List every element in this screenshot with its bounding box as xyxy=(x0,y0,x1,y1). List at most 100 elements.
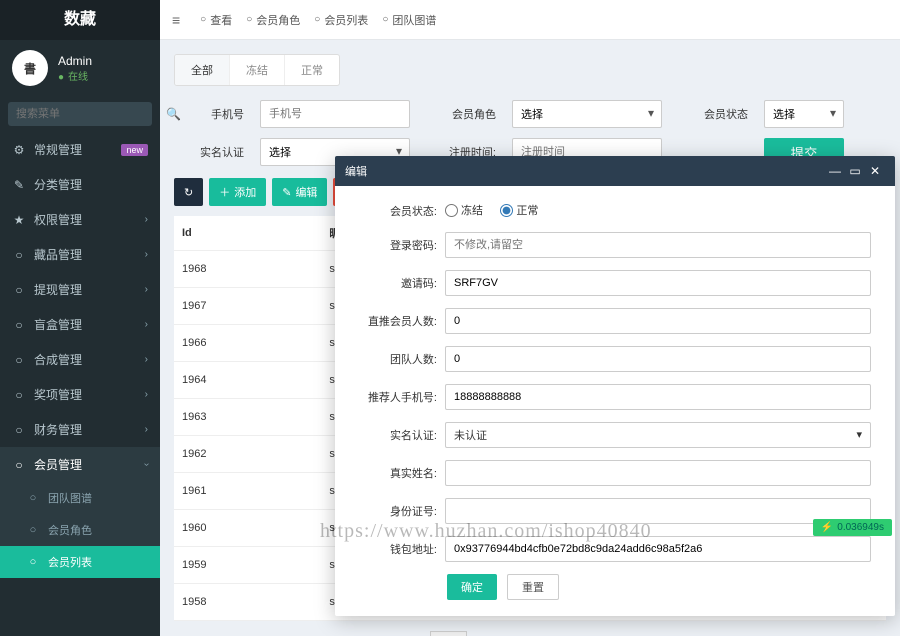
maximize-icon[interactable]: ▭ xyxy=(845,164,865,178)
top-tabs: ≡ 查看会员角色会员列表团队图谱 xyxy=(160,0,900,40)
radio-normal[interactable]: 正常 xyxy=(500,202,538,218)
sidebar-subitem[interactable]: ○ 会员角色 xyxy=(0,514,160,546)
wallet-input[interactable] xyxy=(445,536,871,562)
status-tabs: 全部冻结正常 xyxy=(174,54,340,86)
direct-input[interactable] xyxy=(445,308,871,334)
sidebar-item[interactable]: ○ 奖项管理 › xyxy=(0,377,160,412)
badge-new: new xyxy=(121,144,148,156)
pager: 显示第 1 到第 10 条记录，总共 33 条记录 每页显示 10 条记录 xyxy=(174,631,886,636)
cert-label: 实名认证: xyxy=(359,427,445,443)
menu-label: 合成管理 xyxy=(34,351,82,368)
realname-label: 真实姓名: xyxy=(359,465,445,481)
add-button[interactable]: ＋添加 xyxy=(209,178,266,206)
menu-icon: ★ xyxy=(12,213,26,227)
filter-phone-label: 手机号 xyxy=(174,106,244,122)
sidebar-menu: ⚙常规管理new✎分类管理★权限管理›○藏品管理›○提现管理›○盲盒管理›○合成… xyxy=(0,132,160,578)
radio-freeze[interactable]: 冻结 xyxy=(445,202,483,218)
chevron-right-icon: › xyxy=(145,389,148,400)
ok-button[interactable]: 确定 xyxy=(447,574,497,600)
sidebar-item[interactable]: ○藏品管理› xyxy=(0,237,160,272)
hamburger-icon[interactable]: ≡ xyxy=(172,12,180,28)
table-header[interactable]: Id xyxy=(174,216,321,251)
chevron-right-icon: › xyxy=(145,424,148,435)
sidebar-item[interactable]: ○财务管理› xyxy=(0,412,160,447)
menu-icon: ○ xyxy=(12,458,26,472)
top-tab[interactable]: 团队图谱 xyxy=(382,12,436,28)
filter-role-label: 会员角色 xyxy=(426,106,496,122)
team-label: 团队人数: xyxy=(359,351,445,367)
direct-label: 直推会员人数: xyxy=(359,313,445,329)
sidebar-subitem[interactable]: ○ 会员列表 xyxy=(0,546,160,578)
user-name: Admin xyxy=(58,54,92,68)
refresh-button[interactable]: ↻ xyxy=(174,178,203,206)
filter-phone-input[interactable] xyxy=(260,100,410,128)
wallet-label: 钱包地址: xyxy=(359,541,445,557)
cert-select[interactable]: 未认证▾ xyxy=(445,422,871,448)
minimize-icon[interactable]: — xyxy=(825,164,845,178)
chevron-down-icon: ▾ xyxy=(856,428,862,441)
pager-perpage[interactable]: 10 xyxy=(430,631,467,636)
chevron-right-icon: › xyxy=(145,354,148,365)
menu-label: 提现管理 xyxy=(34,281,82,298)
circle-icon: ○ xyxy=(26,524,40,536)
close-icon[interactable]: ✕ xyxy=(865,164,885,178)
menu-label: 分类管理 xyxy=(34,176,82,193)
menu-label: 奖项管理 xyxy=(34,386,82,403)
menu-label: 权限管理 xyxy=(34,211,82,228)
sidebar-item[interactable]: ○ 合成管理 › xyxy=(0,342,160,377)
status-tab[interactable]: 正常 xyxy=(284,55,339,85)
sidebar-subitem[interactable]: ○ 团队图谱 xyxy=(0,482,160,514)
sidebar-item[interactable]: ✎分类管理 xyxy=(0,167,160,202)
code-input[interactable] xyxy=(445,270,871,296)
ref-input[interactable] xyxy=(445,384,871,410)
sidebar: 数藏 書 Admin 在线 🔍 ⚙常规管理new✎分类管理★权限管理›○藏品管理… xyxy=(0,0,160,636)
modal-header[interactable]: 编辑 — ▭ ✕ xyxy=(335,156,895,186)
filter-cert-label: 实名认证 xyxy=(174,144,244,160)
sidebar-item[interactable]: ⚙常规管理new xyxy=(0,132,160,167)
chevron-right-icon: › xyxy=(145,214,148,225)
avatar: 書 xyxy=(12,50,48,86)
menu-label: 财务管理 xyxy=(34,421,82,438)
menu-label: 盲盒管理 xyxy=(34,316,82,333)
modal-body: 会员状态: 冻结 正常 登录密码: 邀请码: 直推会员人数: 团队人数: 推荐人… xyxy=(335,186,895,566)
sidebar-item[interactable]: ★ 权限管理 › xyxy=(0,202,160,237)
edit-button[interactable]: ✎编辑 xyxy=(272,178,327,206)
code-label: 邀请码: xyxy=(359,275,445,291)
filter-state-select[interactable] xyxy=(764,100,844,128)
menu-icon: ○ xyxy=(12,388,26,402)
filter-state-label: 会员状态 xyxy=(678,106,748,122)
app-logo: 数藏 xyxy=(0,0,160,40)
top-tab[interactable]: 查看 xyxy=(200,12,232,28)
pwd-input[interactable] xyxy=(445,232,871,258)
sidebar-item[interactable]: ○ 提现管理 › xyxy=(0,272,160,307)
reset-button[interactable]: 重置 xyxy=(507,574,559,600)
chevron-right-icon: › xyxy=(145,319,148,330)
top-tab[interactable]: 会员列表 xyxy=(314,12,368,28)
search-input[interactable] xyxy=(8,102,166,126)
menu-label: 会员管理 xyxy=(34,456,82,473)
chevron-right-icon: › xyxy=(141,463,152,466)
sidebar-item[interactable]: ○ 会员管理 › xyxy=(0,447,160,482)
idcard-label: 身份证号: xyxy=(359,503,445,519)
top-tab[interactable]: 会员角色 xyxy=(246,12,300,28)
sidebar-search[interactable]: 🔍 xyxy=(8,102,152,126)
pwd-label: 登录密码: xyxy=(359,237,445,253)
team-input[interactable] xyxy=(445,346,871,372)
idcard-input[interactable] xyxy=(445,498,871,524)
filter-role-select[interactable] xyxy=(512,100,662,128)
menu-icon: ○ xyxy=(12,248,26,262)
circle-icon: ○ xyxy=(26,492,40,504)
menu-icon: ○ xyxy=(12,283,26,297)
chevron-right-icon: › xyxy=(145,284,148,295)
perf-badge: 0.036949s xyxy=(813,519,892,536)
menu-label: 常规管理 xyxy=(34,141,82,158)
menu-label: 藏品管理 xyxy=(34,246,82,263)
realname-input[interactable] xyxy=(445,460,871,486)
menu-icon: ○ xyxy=(12,353,26,367)
edit-modal: 编辑 — ▭ ✕ 会员状态: 冻结 正常 登录密码: 邀请码: 直推会员人数: … xyxy=(335,156,895,616)
circle-icon: ○ xyxy=(26,556,40,568)
status-tab[interactable]: 全部 xyxy=(175,55,229,85)
user-status: 在线 xyxy=(58,68,92,83)
status-tab[interactable]: 冻结 xyxy=(229,55,284,85)
sidebar-item[interactable]: ○盲盒管理› xyxy=(0,307,160,342)
